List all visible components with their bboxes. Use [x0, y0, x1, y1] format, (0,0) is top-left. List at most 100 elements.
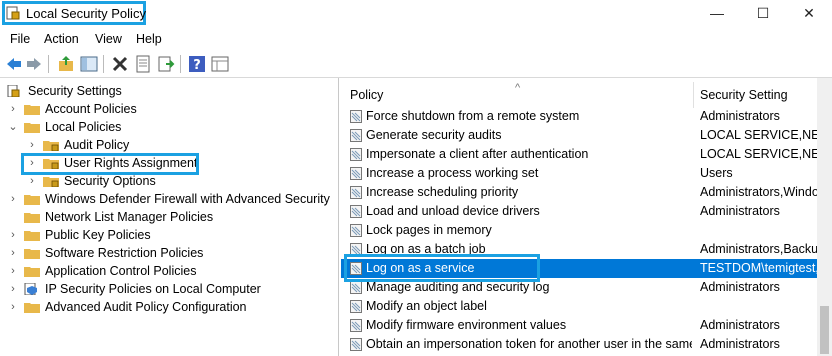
folder-lock-icon [43, 141, 59, 151]
properties-icon[interactable] [134, 55, 152, 73]
policy-row[interactable]: Lock pages in memory [341, 221, 832, 240]
menu-bar: File Action View Help [0, 30, 832, 50]
tree-item-label: Application Control Policies [45, 264, 197, 278]
policy-security-setting: Users [700, 166, 733, 180]
svg-text:?: ? [193, 58, 201, 73]
policy-icon [350, 167, 362, 180]
close-button[interactable]: ✕ [786, 0, 832, 28]
policy-icon [350, 129, 362, 142]
tree-item-label: Local Policies [45, 120, 122, 134]
tree-item-security-settings[interactable]: Security Settings [0, 82, 338, 100]
details-view-icon[interactable] [211, 55, 229, 73]
folder-icon [24, 105, 40, 115]
policy-icon [350, 281, 362, 294]
policy-row[interactable]: Force shutdown from a remote system Admin… [341, 107, 832, 126]
tree-item-application-control-policies[interactable]: › Application Control Policies [0, 262, 338, 280]
window-title: Local Security Policy [26, 6, 146, 21]
column-header-policy[interactable]: Policy [350, 78, 383, 108]
minimize-button[interactable]: — [694, 0, 740, 28]
tree-item-audit-policy[interactable]: › Audit Policy [0, 136, 338, 154]
tree-highlight-box [21, 153, 199, 175]
menu-help[interactable]: Help [136, 32, 162, 46]
policy-name: Modify an object label [366, 299, 487, 313]
chevron-right-icon[interactable]: › [8, 226, 18, 244]
policy-icon [350, 224, 362, 237]
tree-pane: Security Settings › Account Policies ⌄ Local… [0, 78, 339, 356]
policy-row[interactable]: Generate security audits LOCAL SERVICE,NE… [341, 126, 832, 145]
scrollbar-thumb[interactable] [820, 306, 829, 354]
export-list-icon[interactable] [157, 55, 175, 73]
folder-icon [24, 231, 40, 241]
policy-row[interactable]: Increase a process working set Users [341, 164, 832, 183]
forward-arrow-icon[interactable] [25, 55, 43, 73]
vertical-scrollbar[interactable] [817, 78, 832, 356]
policy-row[interactable]: Obtain an impersonation token for anothe… [341, 335, 832, 354]
menu-file[interactable]: File [10, 32, 30, 46]
policy-security-setting: Administrators [700, 337, 780, 351]
help-icon[interactable]: ? [188, 55, 206, 73]
chevron-down-icon[interactable]: ⌄ [8, 118, 18, 136]
tree-item-account-policies[interactable]: › Account Policies [0, 100, 338, 118]
folder-icon [24, 123, 40, 133]
column-header-security-setting[interactable]: Security Setting [700, 78, 788, 108]
menu-view[interactable]: View [95, 32, 122, 46]
policy-row[interactable]: Modify firmware environment values Admini… [341, 316, 832, 335]
policy-row[interactable]: Load and unload device drivers Administra… [341, 202, 832, 221]
chevron-right-icon[interactable]: › [27, 136, 37, 154]
local-security-policy-icon [6, 6, 20, 20]
tree-item-advanced-audit-policy-configuration[interactable]: › Advanced Audit Policy Configuration [0, 298, 338, 316]
folder-icon [24, 249, 40, 259]
toolbar-separator [48, 55, 49, 73]
folder-lock-icon [43, 177, 59, 187]
row-highlight-box [344, 254, 540, 282]
chevron-right-icon[interactable]: › [8, 190, 18, 208]
tree-item-label: Windows Defender Firewall with Advanced … [45, 192, 330, 206]
policy-security-setting: LOCAL SERVICE,NETW [700, 128, 820, 142]
chevron-right-icon[interactable]: › [8, 298, 18, 316]
policy-icon [350, 300, 362, 313]
tree-item-label: Network List Manager Policies [45, 210, 214, 224]
maximize-button[interactable]: ☐ [740, 0, 786, 28]
show-hide-tree-icon[interactable] [80, 55, 98, 73]
folder-icon [24, 267, 40, 277]
policy-security-setting: Administrators,Backu [700, 242, 819, 256]
chevron-right-icon[interactable]: › [8, 244, 18, 262]
delete-icon[interactable] [111, 55, 129, 73]
chevron-right-icon[interactable]: › [8, 280, 18, 298]
tree-item-local-policies[interactable]: ⌄ Local Policies [0, 118, 338, 136]
tree-item-label: Account Policies [45, 102, 137, 116]
ip-security-icon [24, 283, 37, 295]
policy-name: Increase a process working set [366, 166, 539, 180]
policy-name: Lock pages in memory [366, 223, 492, 237]
policy-list-pane: Policy ^ Security Setting Force shutdown… [341, 78, 832, 356]
tree-item-label: Security Settings [28, 84, 122, 98]
chevron-right-icon[interactable]: › [8, 100, 18, 118]
folder-icon [24, 303, 40, 313]
policy-name: Increase scheduling priority [366, 185, 519, 199]
toolbar: ? [0, 51, 832, 78]
policy-security-setting: Administrators [700, 204, 780, 218]
policy-row[interactable]: Modify an object label [341, 297, 832, 316]
column-divider[interactable] [693, 82, 694, 108]
tree-item-software-restriction-policies[interactable]: › Software Restriction Policies [0, 244, 338, 262]
up-folder-icon[interactable] [57, 55, 75, 73]
policy-security-setting: Administrators [700, 280, 780, 294]
folder-icon [24, 213, 40, 223]
policy-security-setting: Administrators [700, 318, 780, 332]
policy-security-setting: LOCAL SERVICE,NETW [700, 147, 820, 161]
tree-item-public-key-policies[interactable]: › Public Key Policies [0, 226, 338, 244]
chevron-right-icon[interactable]: › [8, 262, 18, 280]
toolbar-separator [103, 55, 104, 73]
tree-item-label: Audit Policy [64, 138, 130, 152]
security-settings-icon [7, 85, 20, 97]
tree-item-network-list-manager-policies[interactable]: Network List Manager Policies [0, 208, 338, 226]
back-arrow-icon[interactable] [5, 55, 23, 73]
policy-name: Force shutdown from a remote system [366, 109, 580, 123]
menu-action[interactable]: Action [44, 32, 79, 46]
tree-item-ip-security-policies[interactable]: › IP Security Policies on Local Computer [0, 280, 338, 298]
tree-item-label: Public Key Policies [45, 228, 151, 242]
policy-icon [350, 205, 362, 218]
tree-item-windows-defender-firewall[interactable]: › Windows Defender Firewall with Advanced… [0, 190, 338, 208]
policy-row[interactable]: Increase scheduling priority Administrato… [341, 183, 832, 202]
policy-row[interactable]: Impersonate a client after authenticatio… [341, 145, 832, 164]
